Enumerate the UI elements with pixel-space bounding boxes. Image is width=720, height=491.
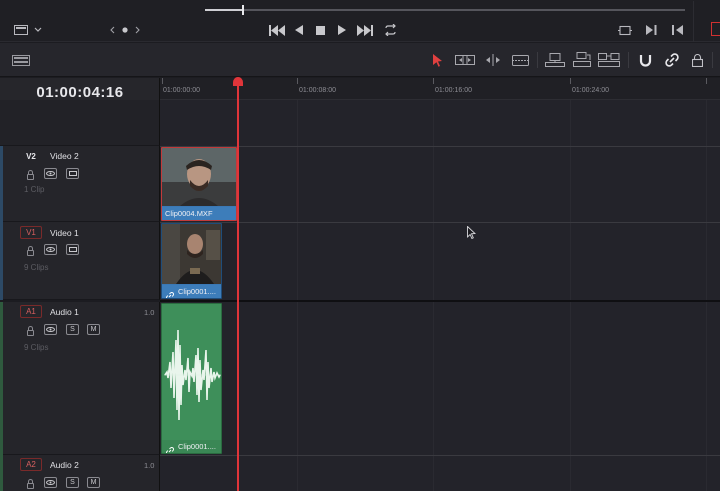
monitor-icon[interactable] — [14, 25, 28, 36]
clip-thumbnail — [162, 224, 221, 284]
lock-icon[interactable] — [27, 246, 34, 256]
scrub-bar[interactable] — [205, 9, 685, 11]
link-icon — [166, 287, 174, 298]
skip-back-icon[interactable] — [269, 24, 285, 36]
playhead-line[interactable] — [237, 84, 239, 491]
track-enable-icon[interactable] — [66, 244, 79, 255]
ruler-tick-label: 01:00:16:00 — [435, 87, 472, 94]
blade-tool-icon[interactable] — [512, 53, 529, 67]
track-header-v2[interactable]: V2 Video 2 1 Clip — [0, 146, 160, 222]
lock-icon[interactable] — [27, 170, 34, 180]
clip-v2[interactable]: Clip0004.MXF — [161, 147, 237, 221]
grid-line — [297, 100, 298, 491]
playhead-handle[interactable] — [233, 77, 243, 86]
window-edge-marker — [711, 22, 720, 36]
track-tag[interactable]: V2 — [20, 150, 42, 163]
mute-button[interactable]: M — [87, 477, 100, 488]
insert-clip-icon[interactable] — [545, 52, 565, 68]
solo-button[interactable]: S — [66, 324, 79, 335]
track-header-spacer — [0, 100, 160, 146]
toolbar-divider — [537, 52, 538, 68]
toolbar-divider — [628, 52, 629, 68]
clip-count: 1 Clip — [24, 185, 45, 194]
clip-v1[interactable]: Clip0001.... — [161, 223, 222, 299]
ruler-tick-label: 01:00:00:00 — [163, 87, 200, 94]
trim-edit-icon[interactable] — [455, 53, 475, 67]
track-separator — [160, 146, 720, 147]
timecode-display[interactable]: 01:00:04:16 — [0, 84, 160, 101]
auto-select-icon[interactable] — [44, 477, 57, 488]
linked-selection-icon[interactable] — [664, 52, 679, 68]
track-level: 1.0 — [144, 308, 155, 317]
auto-select-icon[interactable] — [44, 244, 57, 255]
ruler-tick-label: 01:00:24:00 — [572, 87, 609, 94]
selection-tool-icon[interactable] — [432, 53, 444, 67]
clip-label: Clip0004.MXF — [162, 207, 236, 220]
track-separator — [160, 222, 720, 223]
match-frame-icon[interactable] — [618, 24, 632, 36]
link-icon — [166, 442, 174, 453]
track-name[interactable]: Video 2 — [50, 151, 79, 161]
track-name[interactable]: Video 1 — [50, 228, 79, 238]
grid-line — [706, 100, 707, 491]
position-lock-icon[interactable] — [691, 52, 704, 68]
track-separator — [160, 455, 720, 456]
video-audio-divider — [160, 300, 720, 302]
lock-icon[interactable] — [27, 326, 34, 336]
skip-forward-icon[interactable] — [357, 24, 373, 36]
clip-count: 9 Clips — [24, 263, 49, 272]
timeline-view-options-icon[interactable] — [12, 54, 30, 66]
dynamic-trim-icon[interactable] — [484, 53, 502, 67]
auto-select-icon[interactable] — [44, 168, 57, 179]
page-dots-icon[interactable] — [108, 24, 142, 36]
track-header-a1[interactable]: A1 Audio 1 1.0 S M 9 Clips — [0, 302, 160, 455]
track-header-v1[interactable]: V1 Video 1 9 Clips — [0, 222, 160, 300]
chevron-down-icon[interactable] — [33, 25, 43, 35]
track-enable-icon[interactable] — [66, 168, 79, 179]
toolbar-divider — [712, 52, 713, 68]
next-frame-icon[interactable] — [645, 24, 657, 36]
track-header-a2[interactable]: A2 Audio 2 1.0 S M — [0, 455, 160, 491]
clip-thumbnail — [162, 148, 236, 206]
play-icon[interactable] — [337, 24, 347, 36]
stop-icon[interactable] — [315, 24, 326, 36]
solo-button[interactable]: S — [66, 477, 79, 488]
auto-select-icon[interactable] — [44, 324, 57, 335]
clip-a1[interactable]: Clip0001.... — [161, 303, 222, 454]
loop-icon[interactable] — [382, 23, 398, 36]
scrub-handle[interactable] — [242, 5, 244, 15]
clip-count: 9 Clips — [24, 343, 49, 352]
timeline-ruler[interactable]: 01:00:00:00 01:00:08:00 01:00:16:00 01:0… — [160, 78, 720, 100]
track-level: 1.0 — [144, 461, 155, 470]
snapping-icon[interactable] — [638, 52, 652, 68]
mouse-cursor-icon — [467, 225, 477, 240]
audio-waveform — [162, 310, 221, 440]
lock-icon[interactable] — [27, 479, 34, 489]
grid-line — [570, 100, 571, 491]
play-reverse-icon[interactable] — [294, 24, 304, 36]
mute-button[interactable]: M — [87, 324, 100, 335]
track-tag[interactable]: A1 — [20, 305, 42, 318]
timeline-tracks-area[interactable] — [160, 100, 720, 491]
replace-clip-icon[interactable] — [598, 52, 620, 68]
track-name[interactable]: Audio 2 — [50, 460, 79, 470]
overwrite-clip-icon[interactable] — [573, 51, 591, 68]
ruler-tick-label: 01:00:08:00 — [299, 87, 336, 94]
track-tag[interactable]: V1 — [20, 226, 42, 239]
track-tag[interactable]: A2 — [20, 458, 42, 471]
prev-frame-icon[interactable] — [671, 24, 683, 36]
grid-line — [433, 100, 434, 491]
track-name[interactable]: Audio 1 — [50, 307, 79, 317]
scrub-progress — [205, 9, 243, 11]
